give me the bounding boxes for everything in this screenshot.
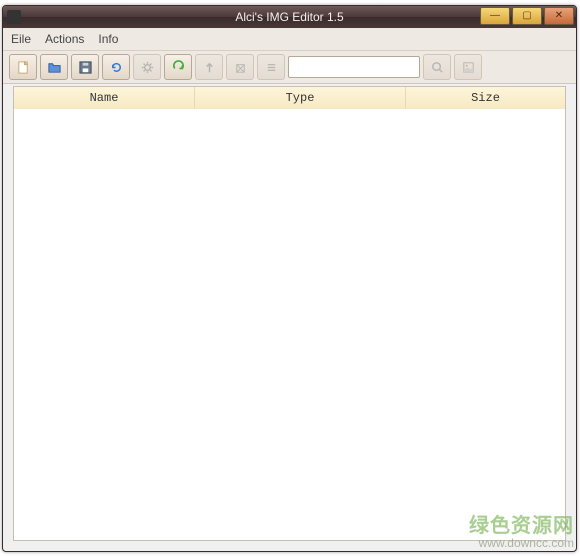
save-button[interactable] [71,54,99,80]
export-button[interactable] [195,54,223,80]
refresh-icon [109,60,124,75]
arrow-up-icon [202,60,217,75]
grid-header: Name Type Size [14,87,565,110]
menu-info[interactable]: Info [98,32,118,46]
col-header-name[interactable]: Name [14,87,195,109]
grid-body[interactable] [14,109,565,540]
delete-button[interactable] [226,54,254,80]
window-controls: — ▢ ✕ [480,7,574,25]
import-button[interactable] [164,54,192,80]
file-grid: Name Type Size [13,86,566,541]
refresh-button[interactable] [102,54,130,80]
settings-button[interactable] [133,54,161,80]
menu-actions[interactable]: Actions [45,32,84,46]
col-header-size[interactable]: Size [406,87,565,109]
file-new-icon [16,60,31,75]
close-button[interactable]: ✕ [544,7,574,25]
col-header-type[interactable]: Type [195,87,406,109]
toolbar [3,51,576,84]
gear-icon [140,60,155,75]
save-icon [78,60,93,75]
app-icon [7,10,21,24]
titlebar[interactable]: Alci's IMG Editor 1.5 — ▢ ✕ [3,6,576,28]
preview-button[interactable] [454,54,482,80]
new-button[interactable] [9,54,37,80]
search-button[interactable] [423,54,451,80]
list-icon [264,60,279,75]
menubar: Eile Actions Info [3,28,576,51]
menu-file[interactable]: Eile [11,32,31,46]
open-button[interactable] [40,54,68,80]
folder-open-icon [47,60,62,75]
list-button[interactable] [257,54,285,80]
maximize-button[interactable]: ▢ [512,7,542,25]
search-icon [430,60,445,75]
arrow-down-icon [171,60,186,75]
minimize-button[interactable]: — [480,7,510,25]
search-input[interactable] [288,56,420,78]
delete-icon [233,60,248,75]
app-window: Alci's IMG Editor 1.5 — ▢ ✕ Eile Actions… [2,5,577,552]
image-icon [461,60,476,75]
